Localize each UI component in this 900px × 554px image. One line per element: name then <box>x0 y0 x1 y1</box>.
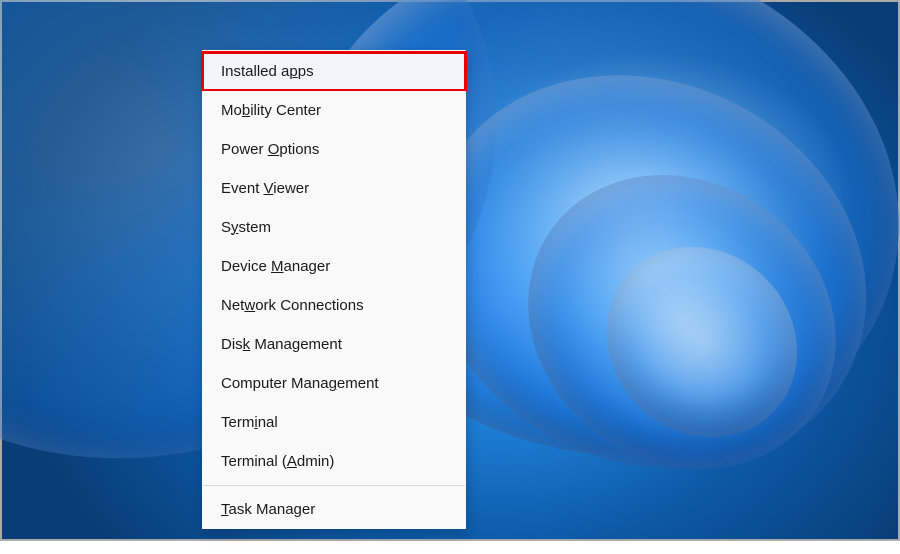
menu-item-label: Computer Management <box>221 375 379 392</box>
menu-item-label: Mobility Center <box>221 102 321 119</box>
menu-divider <box>203 485 465 486</box>
menu-item-label: Device Manager <box>221 258 330 275</box>
menu-item-installed-apps[interactable]: Installed apps <box>202 52 466 91</box>
menu-item-terminal[interactable]: Terminal <box>202 403 466 442</box>
menu-item-network-connections[interactable]: Network Connections <box>202 286 466 325</box>
menu-item-label: Event Viewer <box>221 180 309 197</box>
menu-item-mobility-center[interactable]: Mobility Center <box>202 91 466 130</box>
menu-item-label: Terminal <box>221 414 278 431</box>
menu-item-disk-management[interactable]: Disk Management <box>202 325 466 364</box>
menu-item-event-viewer[interactable]: Event Viewer <box>202 169 466 208</box>
menu-item-power-options[interactable]: Power Options <box>202 130 466 169</box>
menu-item-label: Terminal (Admin) <box>221 453 334 470</box>
menu-item-label: Task Manager <box>221 501 315 518</box>
winx-context-menu: Installed apps Mobility Center Power Opt… <box>202 50 466 529</box>
menu-item-label: Network Connections <box>221 297 364 314</box>
menu-item-terminal-admin[interactable]: Terminal (Admin) <box>202 442 466 481</box>
menu-item-label: Installed apps <box>221 63 314 80</box>
menu-item-computer-management[interactable]: Computer Management <box>202 364 466 403</box>
menu-item-task-manager[interactable]: Task Manager <box>202 490 466 529</box>
menu-item-label: System <box>221 219 271 236</box>
menu-item-label: Power Options <box>221 141 319 158</box>
menu-item-system[interactable]: System <box>202 208 466 247</box>
menu-item-label: Disk Management <box>221 336 342 353</box>
menu-item-device-manager[interactable]: Device Manager <box>202 247 466 286</box>
